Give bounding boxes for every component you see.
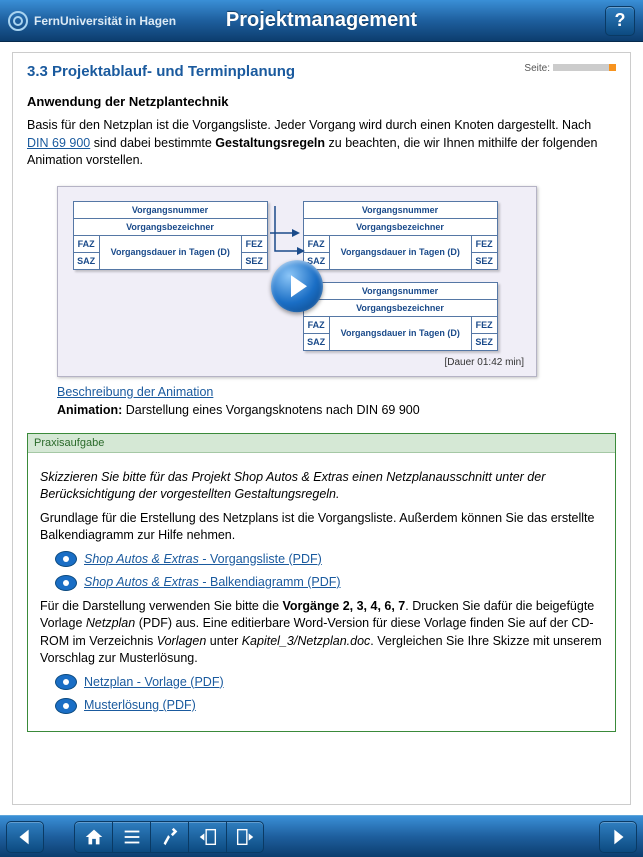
tools-button[interactable] xyxy=(150,821,188,853)
praxis-darstellung: Für die Darstellung verwenden Sie bitte … xyxy=(40,598,603,668)
page-indicator-label: Seite: xyxy=(524,63,550,74)
animation-caption: Animation: Darstellung eines Vorgangskno… xyxy=(57,403,537,417)
download-link[interactable]: Musterlösung (PDF) xyxy=(84,697,196,715)
animation-box: Vorgangsnummer Vorgangsbezeichner FAZVor… xyxy=(57,186,537,377)
page-indicator-dot[interactable] xyxy=(602,64,609,71)
toolbar-group xyxy=(74,821,264,853)
app-header: FernUniversität in Hagen Projektmanageme… xyxy=(0,0,643,42)
section-heading: 3.3 Projektablauf- und Terminplanung xyxy=(27,63,295,80)
home-icon xyxy=(83,826,105,848)
page-indicator-dot[interactable] xyxy=(560,64,567,71)
next-button[interactable] xyxy=(599,821,637,853)
download-link-row: Netzplan - Vorlage (PDF) xyxy=(56,674,603,692)
page-indicator-dot[interactable] xyxy=(567,64,574,71)
page-indicator-dot[interactable] xyxy=(581,64,588,71)
prev-button[interactable] xyxy=(6,821,44,853)
logo-icon xyxy=(8,11,28,31)
page-indicator-dot[interactable] xyxy=(588,64,595,71)
chevron-left-icon xyxy=(14,826,36,848)
help-icon: ? xyxy=(615,10,626,31)
page-box: 3.3 Projektablauf- und Terminplanung Sei… xyxy=(12,52,631,805)
download-link-row: Shop Autos & Extras - Balkendiagramm (PD… xyxy=(56,574,603,592)
praxis-task-box: Praxisaufgabe Skizzieren Sie bitte für d… xyxy=(27,433,616,732)
eye-icon xyxy=(56,552,76,566)
eye-icon xyxy=(56,675,76,689)
page-indicator-dot[interactable] xyxy=(574,64,581,71)
university-name: FernUniversität in Hagen xyxy=(34,14,176,28)
eye-icon xyxy=(56,699,76,713)
eye-icon xyxy=(56,576,76,590)
page-left-icon xyxy=(197,826,219,848)
tools-icon xyxy=(159,826,181,848)
download-link[interactable]: Shop Autos & Extras - Vorgangsliste (PDF… xyxy=(84,551,322,569)
toc-button[interactable] xyxy=(112,821,150,853)
page-prev-button[interactable] xyxy=(188,821,226,853)
praxis-intro: Skizzieren Sie bitte für das Projekt Sho… xyxy=(40,469,603,504)
netzplan-node: Vorgangsnummer Vorgangsbezeichner FAZVor… xyxy=(303,282,498,351)
animation-description-link[interactable]: Beschreibung der Animation xyxy=(57,385,213,399)
home-button[interactable] xyxy=(74,821,112,853)
footer-toolbar xyxy=(0,815,643,857)
animation-figure: Vorgangsnummer Vorgangsbezeichner FAZVor… xyxy=(57,186,537,417)
help-button[interactable]: ? xyxy=(605,6,635,36)
din-link[interactable]: DIN 69 900 xyxy=(27,136,90,150)
list-icon xyxy=(121,826,143,848)
praxis-header: Praxisaufgabe xyxy=(28,434,615,453)
download-link-row: Shop Autos & Extras - Vorgangsliste (PDF… xyxy=(56,551,603,569)
content-area: 3.3 Projektablauf- und Terminplanung Sei… xyxy=(0,42,643,815)
download-link[interactable]: Shop Autos & Extras - Balkendiagramm (PD… xyxy=(84,574,341,592)
subtitle: Anwendung der Netzplantechnik xyxy=(27,94,616,109)
page-right-icon xyxy=(234,826,256,848)
logo: FernUniversität in Hagen xyxy=(8,11,176,31)
praxis-body: Skizzieren Sie bitte für das Projekt Sho… xyxy=(28,453,615,731)
page-indicator-dot[interactable] xyxy=(609,64,616,71)
netzplan-node: Vorgangsnummer Vorgangsbezeichner FAZVor… xyxy=(73,201,268,270)
praxis-grundlage: Grundlage für die Erstellung des Netzpla… xyxy=(40,510,603,545)
download-link-row: Musterlösung (PDF) xyxy=(56,697,603,715)
page-indicator-dot[interactable] xyxy=(553,64,560,71)
play-icon xyxy=(291,275,307,297)
animation-duration: [Dauer 01:42 min] xyxy=(70,357,524,368)
chevron-right-icon xyxy=(607,826,629,848)
intro-paragraph: Basis für den Netzplan ist die Vorgangsl… xyxy=(27,117,616,170)
page-next-button[interactable] xyxy=(226,821,264,853)
page-indicator: Seite: xyxy=(524,63,616,74)
download-link[interactable]: Netzplan - Vorlage (PDF) xyxy=(84,674,224,692)
page-indicator-dot[interactable] xyxy=(595,64,602,71)
play-button[interactable] xyxy=(271,260,323,312)
